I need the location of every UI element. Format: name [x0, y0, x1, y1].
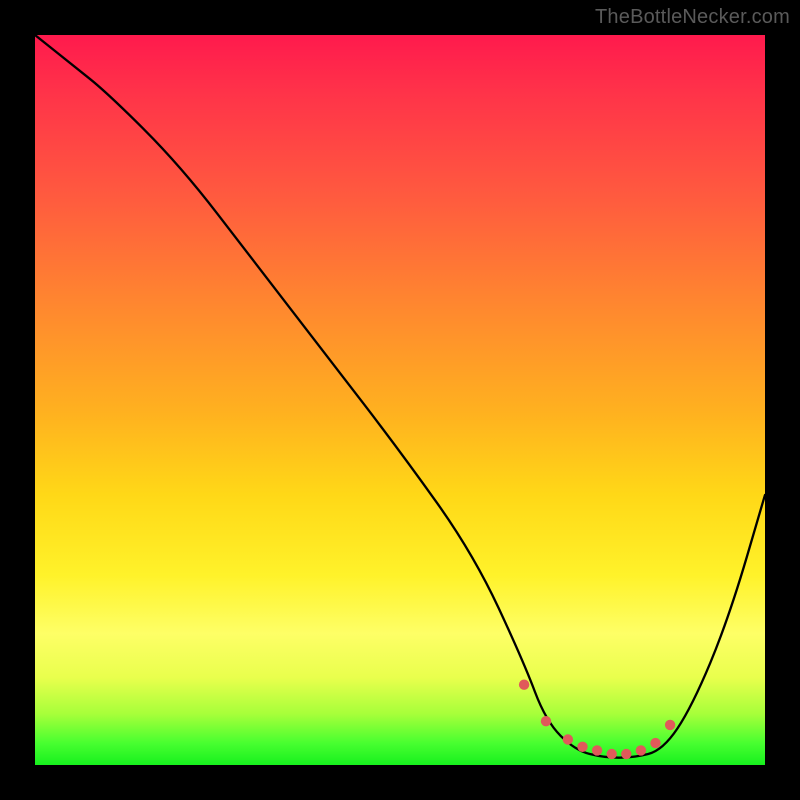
- curve-svg: [35, 35, 765, 765]
- optimal-range-markers: [519, 680, 675, 760]
- marker-dot: [650, 738, 660, 748]
- marker-dot: [577, 742, 587, 752]
- chart-stage: TheBottleNecker.com: [0, 0, 800, 800]
- watermark-text: TheBottleNecker.com: [595, 6, 790, 29]
- bottleneck-curve-path: [35, 35, 765, 758]
- plot-area: [35, 35, 765, 765]
- marker-dot: [665, 720, 675, 730]
- marker-dot: [621, 749, 631, 759]
- marker-dot: [563, 734, 573, 744]
- marker-dot: [592, 745, 602, 755]
- marker-dot: [541, 716, 551, 726]
- marker-dot: [607, 749, 617, 759]
- marker-dot: [636, 745, 646, 755]
- marker-dot: [519, 680, 529, 690]
